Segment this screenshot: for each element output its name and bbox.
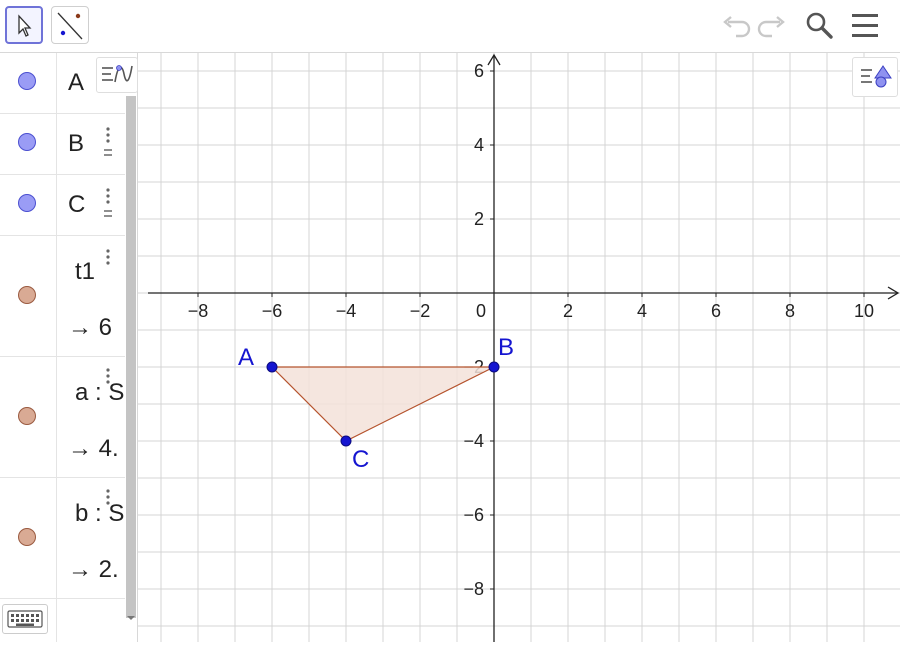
algebra-expression[interactable]: A — [68, 69, 84, 97]
x-tick-label: 0 — [476, 301, 486, 321]
point-a[interactable] — [266, 361, 278, 373]
redo-icon — [757, 16, 785, 38]
line-through-points-icon — [57, 12, 83, 40]
graphics-style-bar-icon — [861, 65, 892, 88]
algebra-row-a-segment[interactable]: a : S → 4. — [0, 357, 125, 478]
hamburger-menu-icon — [852, 14, 878, 37]
algebra-view: A B C t1 → 6 a : S → 4. b: S → 2. — [0, 53, 138, 642]
line-tool-button[interactable] — [51, 6, 89, 44]
menu-button[interactable] — [848, 8, 882, 42]
row-menu-icon[interactable] — [104, 185, 112, 223]
virtual-keyboard-button[interactable] — [2, 604, 48, 634]
algebra-output: → 6 — [68, 314, 113, 341]
visibility-toggle-shape[interactable] — [18, 286, 36, 304]
point-label-b: B — [498, 334, 514, 361]
graphics-canvas[interactable]: −8−6−4−20246810642−2−4−6−8ABC — [138, 53, 900, 642]
x-tick-label: 10 — [854, 301, 874, 321]
cursor-arrow-icon — [18, 14, 32, 37]
move-tool-button[interactable] — [5, 6, 43, 44]
row-menu-icon[interactable] — [104, 365, 112, 387]
algebra-expression[interactable]: C — [68, 191, 85, 219]
visibility-toggle-point[interactable] — [18, 194, 36, 212]
x-tick-label: 6 — [711, 301, 721, 321]
y-tick-label: 4 — [474, 135, 484, 155]
toolbar — [0, 0, 900, 53]
algebra-output: → 4. — [68, 435, 119, 462]
visibility-toggle-point[interactable] — [18, 72, 36, 90]
algebra-row-b-segment[interactable]: b : S → 2. — [0, 478, 125, 599]
y-tick-label: 6 — [474, 61, 484, 81]
x-tick-label: 2 — [563, 301, 573, 321]
visibility-toggle-point[interactable] — [18, 133, 36, 151]
y-tick-label: −4 — [463, 431, 484, 451]
algebra-expression[interactable]: t1 — [75, 258, 95, 286]
y-tick-label: −6 — [463, 505, 484, 525]
point-label-a: A — [238, 344, 254, 371]
algebra-expression[interactable]: B — [68, 130, 84, 158]
graphics-style-bar-button[interactable] — [852, 57, 898, 97]
scroll-down-arrow-icon[interactable] — [126, 613, 136, 623]
point-b[interactable] — [488, 361, 500, 373]
y-tick-label: −8 — [463, 579, 484, 599]
redo-button[interactable] — [756, 8, 790, 42]
visibility-toggle-shape[interactable] — [18, 407, 36, 425]
graphics-view[interactable]: −8−6−4−20246810642−2−4−6−8ABC — [138, 53, 900, 642]
algebra-row-t1[interactable]: t1 → 6 — [0, 236, 125, 357]
algebra-row-b[interactable]: B — [0, 114, 125, 175]
row-menu-icon[interactable] — [104, 246, 112, 268]
undo-icon — [723, 16, 751, 38]
point-label-c: C — [352, 446, 369, 473]
x-tick-label: 8 — [785, 301, 795, 321]
point-c[interactable] — [340, 435, 352, 447]
x-tick-label: −4 — [336, 301, 357, 321]
x-tick-label: −6 — [262, 301, 283, 321]
algebra-expression[interactable]: b : S — [75, 500, 124, 528]
x-tick-label: −8 — [188, 301, 209, 321]
algebra-scrollbar[interactable] — [126, 96, 136, 618]
search-button[interactable] — [802, 8, 836, 42]
algebra-style-bar-icon — [102, 65, 133, 83]
x-tick-label: 4 — [637, 301, 647, 321]
y-tick-label: 2 — [474, 209, 484, 229]
algebra-style-bar-button[interactable] — [96, 57, 138, 93]
algebra-row-c[interactable]: C — [0, 175, 125, 236]
keyboard-icon — [7, 610, 43, 628]
undo-button[interactable] — [718, 8, 752, 42]
visibility-toggle-shape[interactable] — [18, 528, 36, 546]
algebra-expression[interactable]: a : S — [75, 379, 124, 407]
x-tick-label: −2 — [410, 301, 431, 321]
search-icon — [806, 12, 833, 39]
row-menu-icon[interactable] — [104, 124, 112, 162]
row-menu-icon[interactable] — [104, 486, 112, 508]
algebra-output: → 2. — [68, 556, 119, 583]
